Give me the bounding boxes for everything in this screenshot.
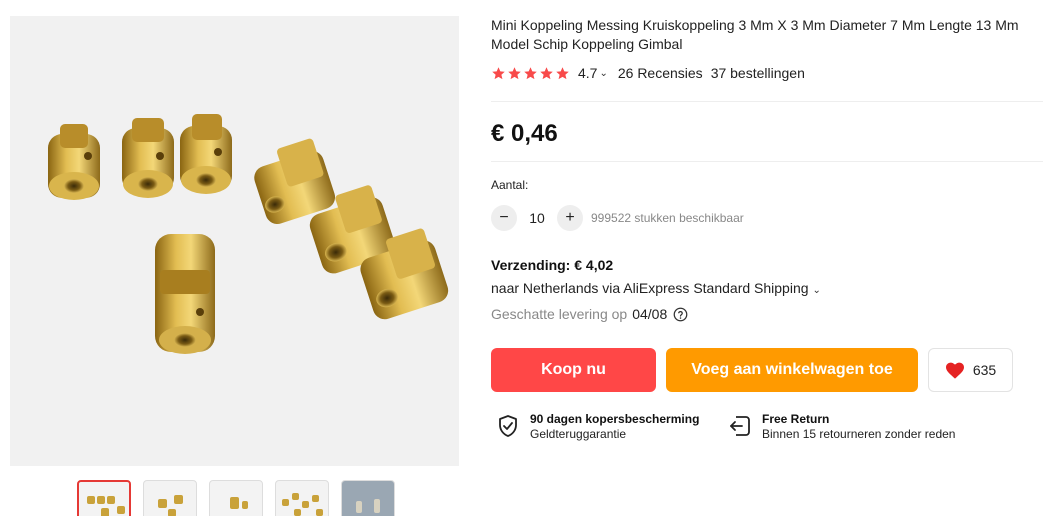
quantity-increase-button[interactable]: + xyxy=(557,205,583,231)
add-to-cart-button[interactable]: Voeg aan winkelwagen toe xyxy=(666,348,918,392)
rating-value[interactable]: 4.7 xyxy=(578,65,597,81)
thumbnail-1[interactable] xyxy=(77,480,131,516)
star-icon xyxy=(508,66,521,79)
star-icon xyxy=(524,66,537,79)
buyer-protection-title: 90 dagen kopersbescherming xyxy=(530,412,700,426)
delivery-estimate: Geschatte levering op 04/08 xyxy=(491,306,688,322)
help-icon[interactable] xyxy=(673,307,688,322)
star-rating xyxy=(491,66,570,81)
thumbnail-3[interactable] xyxy=(209,480,263,516)
chevron-down-icon[interactable]: ⌄ xyxy=(599,68,607,79)
star-icon xyxy=(492,66,505,79)
delivery-date: 04/08 xyxy=(632,306,668,322)
rating-row: 4.7 ⌄ 26 Recensies 37 bestellingen xyxy=(491,65,805,81)
thumbnail-2[interactable] xyxy=(143,480,197,516)
thumbnail-5[interactable] xyxy=(341,480,395,516)
free-return[interactable]: Free Return Binnen 15 retourneren zonder… xyxy=(728,412,955,442)
buyer-protection-subtitle: Geldteruggarantie xyxy=(530,427,627,441)
quantity-label: Aantal: xyxy=(491,178,529,192)
star-icon xyxy=(540,66,553,79)
delivery-label: Geschatte levering op xyxy=(491,306,628,322)
heart-icon xyxy=(945,362,964,379)
stock-available: 999522 stukken beschikbaar xyxy=(591,211,744,225)
thumbnail-strip xyxy=(77,480,395,516)
divider xyxy=(491,161,1043,162)
reviews-link[interactable]: 26 Recensies xyxy=(618,65,703,81)
divider xyxy=(491,101,1043,102)
buyer-protection[interactable]: 90 dagen kopersbescherming Geldteruggara… xyxy=(496,412,699,442)
brass-couplings-photo xyxy=(48,114,449,354)
orders-count: 37 bestellingen xyxy=(710,65,805,81)
shipping-destination[interactable]: naar Netherlands via AliExpress Standard… xyxy=(491,280,809,296)
wishlist-button[interactable]: 635 xyxy=(928,348,1013,392)
free-return-subtitle: Binnen 15 retourneren zonder reden xyxy=(762,427,956,441)
free-return-title: Free Return xyxy=(762,412,830,426)
shipping-method[interactable]: naar Netherlands via AliExpress Standard… xyxy=(491,280,831,296)
wishlist-count: 635 xyxy=(972,362,997,378)
thumbnail-4[interactable] xyxy=(275,480,329,516)
shipping-cost: Verzending: € 4,02 xyxy=(491,257,614,273)
star-icon xyxy=(556,66,569,79)
quantity-stepper: − 10 + 999522 stukken beschikbaar xyxy=(491,205,744,231)
quantity-decrease-button[interactable]: − xyxy=(491,205,517,231)
shield-check-icon xyxy=(499,415,517,437)
product-title: Mini Koppeling Messing Kruiskoppeling 3 … xyxy=(491,17,1019,52)
main-product-image[interactable] xyxy=(10,16,459,466)
return-icon xyxy=(730,416,750,436)
buy-now-button[interactable]: Koop nu xyxy=(491,348,656,392)
chevron-down-icon[interactable]: ⌄ xyxy=(813,285,821,296)
product-price: € 0,46 xyxy=(491,120,558,147)
quantity-input[interactable]: 10 xyxy=(517,210,557,226)
